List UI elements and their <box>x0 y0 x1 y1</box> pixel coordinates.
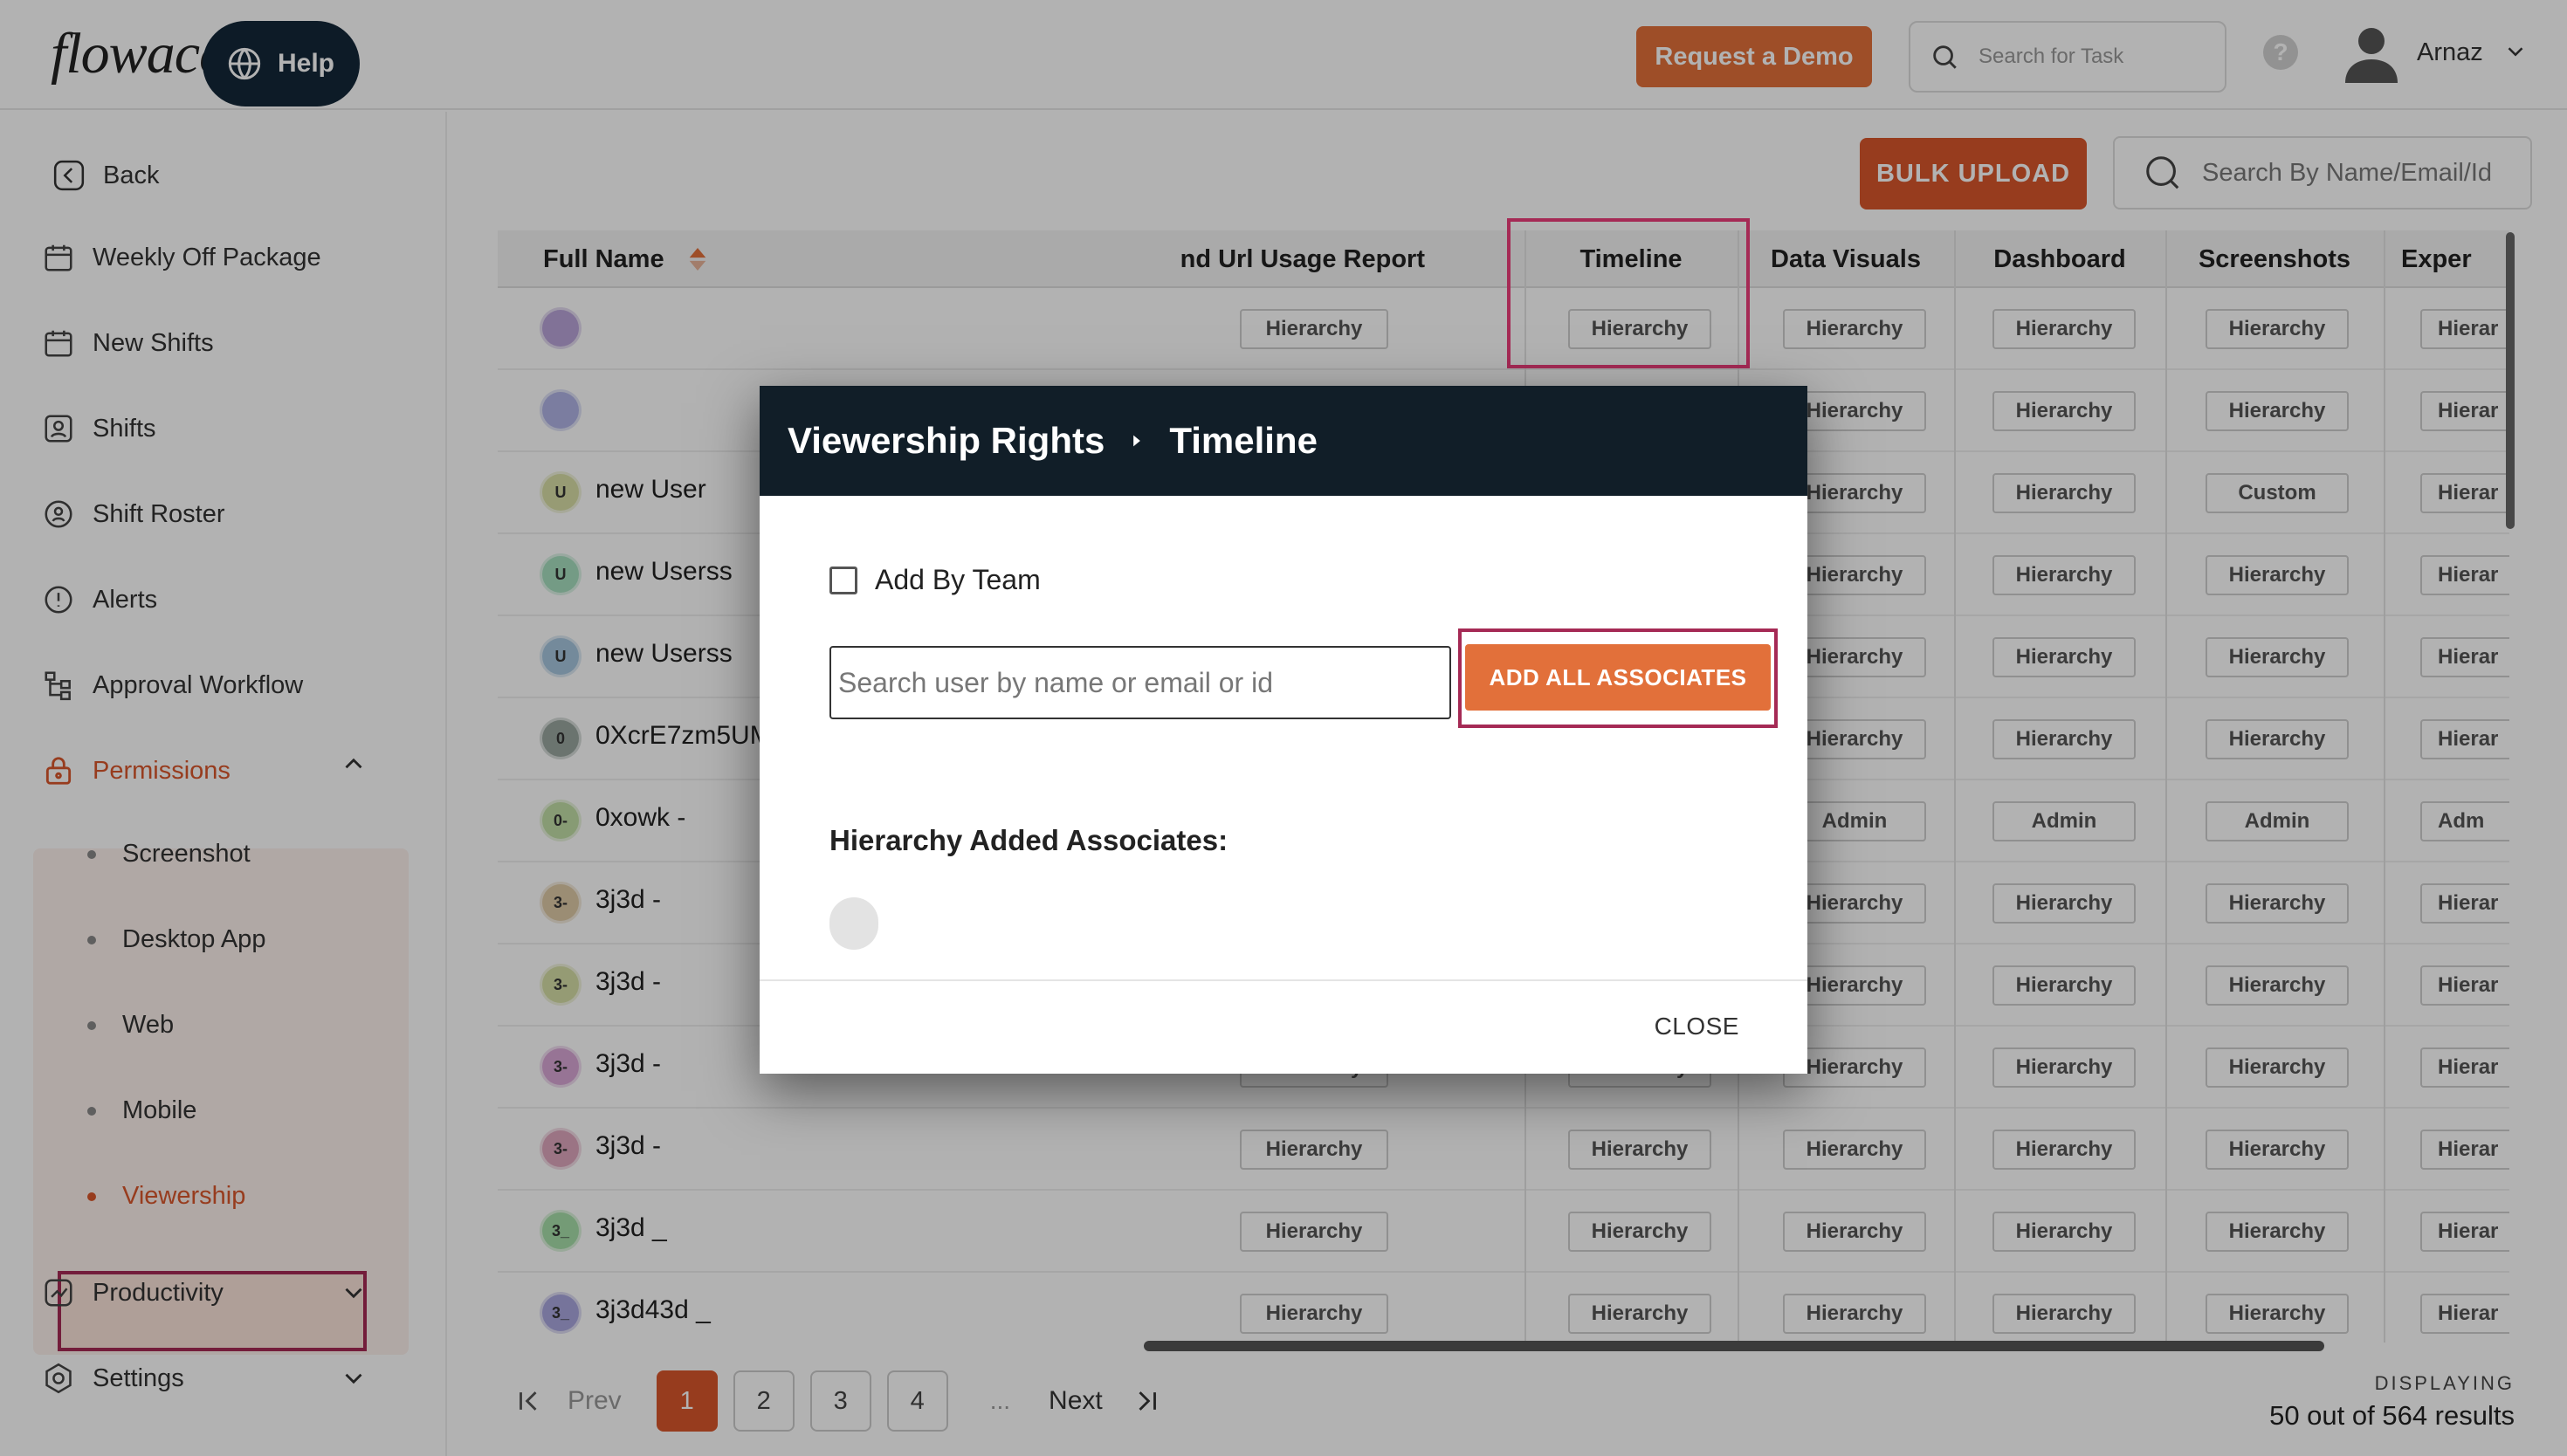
breadcrumb-current: Timeline <box>1169 420 1318 461</box>
breadcrumb-separator-icon <box>1133 435 1141 447</box>
add-all-associates-button[interactable]: ADD ALL ASSOCIATES <box>1465 644 1771 711</box>
close-button[interactable]: CLOSE <box>1655 1013 1739 1040</box>
add-by-team-label: Add By Team <box>875 564 1041 595</box>
timeline-column-highlight <box>1507 218 1750 368</box>
user-search-placeholder: Search user by name or email or id <box>838 666 1273 698</box>
breadcrumb-root: Viewership Rights <box>788 420 1105 461</box>
viewership-rights-modal: Viewership Rights Timeline Add By Team S… <box>760 386 1807 1074</box>
add-by-team-checkbox[interactable]: Add By Team <box>829 564 1041 596</box>
associate-chip-placeholder <box>829 897 878 950</box>
user-search-input[interactable]: Search user by name or email or id <box>829 646 1451 719</box>
modal-header: Viewership Rights Timeline <box>760 386 1807 496</box>
added-associates-title: Hierarchy Added Associates: <box>829 824 1228 856</box>
modal-footer: CLOSE <box>760 979 1807 1074</box>
checkbox-box[interactable] <box>829 566 857 594</box>
